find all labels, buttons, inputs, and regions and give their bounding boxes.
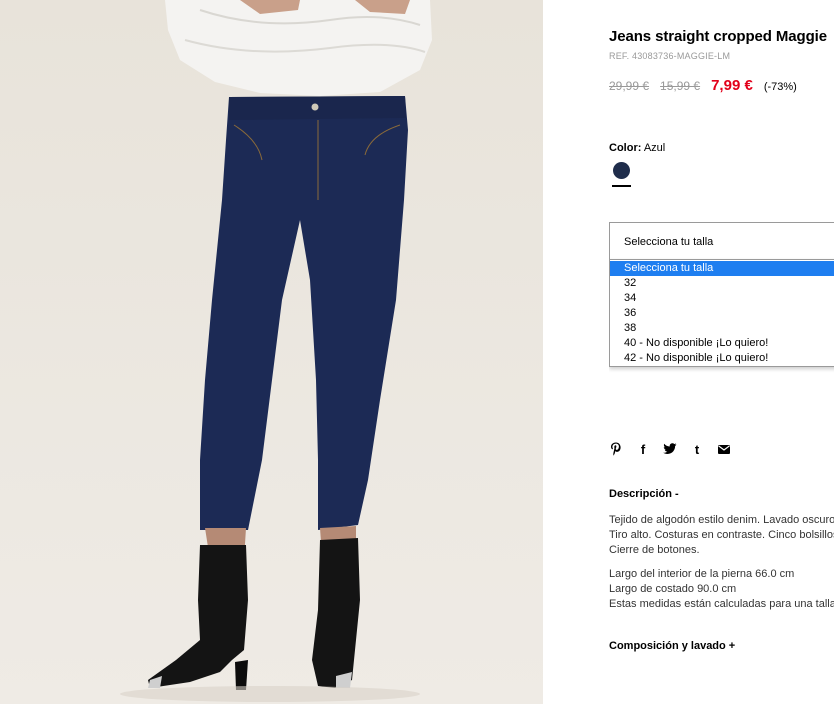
price-original: 29,99 € (609, 79, 650, 93)
measurement-line: Estas medidas están calculadas para una … (609, 598, 834, 610)
description-line: Tiro alto. Costuras en contraste. Cinco … (609, 529, 834, 541)
share-bar: f t (609, 441, 731, 457)
color-label-row: Color: Azul (609, 142, 665, 154)
discount-badge: (-73%) (763, 81, 797, 93)
size-select[interactable]: Selecciona tu talla (609, 222, 834, 262)
twitter-icon[interactable] (663, 441, 677, 457)
product-page: Jeans straight cropped Maggie REF. 43083… (0, 0, 834, 704)
description-line: Tejido de algodón estilo denim. Lavado o… (609, 514, 834, 526)
description-toggle[interactable]: Descripción - (609, 488, 679, 500)
color-label: Color: (609, 142, 642, 154)
composition-toggle[interactable]: Composición y lavado + (609, 640, 735, 652)
color-value: Azul (643, 142, 666, 154)
product-image[interactable] (0, 0, 543, 704)
size-option[interactable]: 34 (610, 291, 834, 306)
model-illustration (120, 0, 432, 702)
size-option[interactable]: 32 (610, 276, 834, 291)
pinterest-icon[interactable] (609, 441, 623, 457)
size-dropdown-list: Selecciona tu talla 32 34 36 38 40 - No … (609, 259, 834, 367)
facebook-icon[interactable]: f (636, 441, 650, 457)
color-swatch-azul[interactable] (613, 162, 630, 179)
price-sale: 7,99 € (711, 77, 753, 94)
product-reference: REF. 43083736-MAGGIE-LM (609, 51, 731, 61)
swatch-selected-indicator (612, 185, 631, 187)
product-title: Jeans straight cropped Maggie (609, 28, 827, 45)
size-option[interactable]: 38 (610, 321, 834, 336)
price-block: 29,99 € 15,99 € 7,99 € (-73%) (609, 77, 797, 94)
description-text: Tejido de algodón estilo denim. Lavado o… (609, 513, 834, 612)
product-info: Jeans straight cropped Maggie REF. 43083… (609, 0, 834, 704)
size-option[interactable]: 42 - No disponible ¡Lo quiero! (610, 351, 834, 366)
tumblr-icon[interactable]: t (690, 441, 704, 457)
measurement-line: Largo de costado 90.0 cm (609, 583, 737, 595)
email-icon[interactable] (717, 441, 731, 457)
description-line: Cierre de botones. (609, 544, 700, 556)
price-previous: 15,99 € (660, 79, 701, 93)
size-option[interactable]: Selecciona tu talla (610, 261, 834, 276)
size-option[interactable]: 40 - No disponible ¡Lo quiero! (610, 336, 834, 351)
measurement-line: Largo del interior de la pierna 66.0 cm (609, 568, 795, 580)
size-option[interactable]: 36 (610, 306, 834, 321)
